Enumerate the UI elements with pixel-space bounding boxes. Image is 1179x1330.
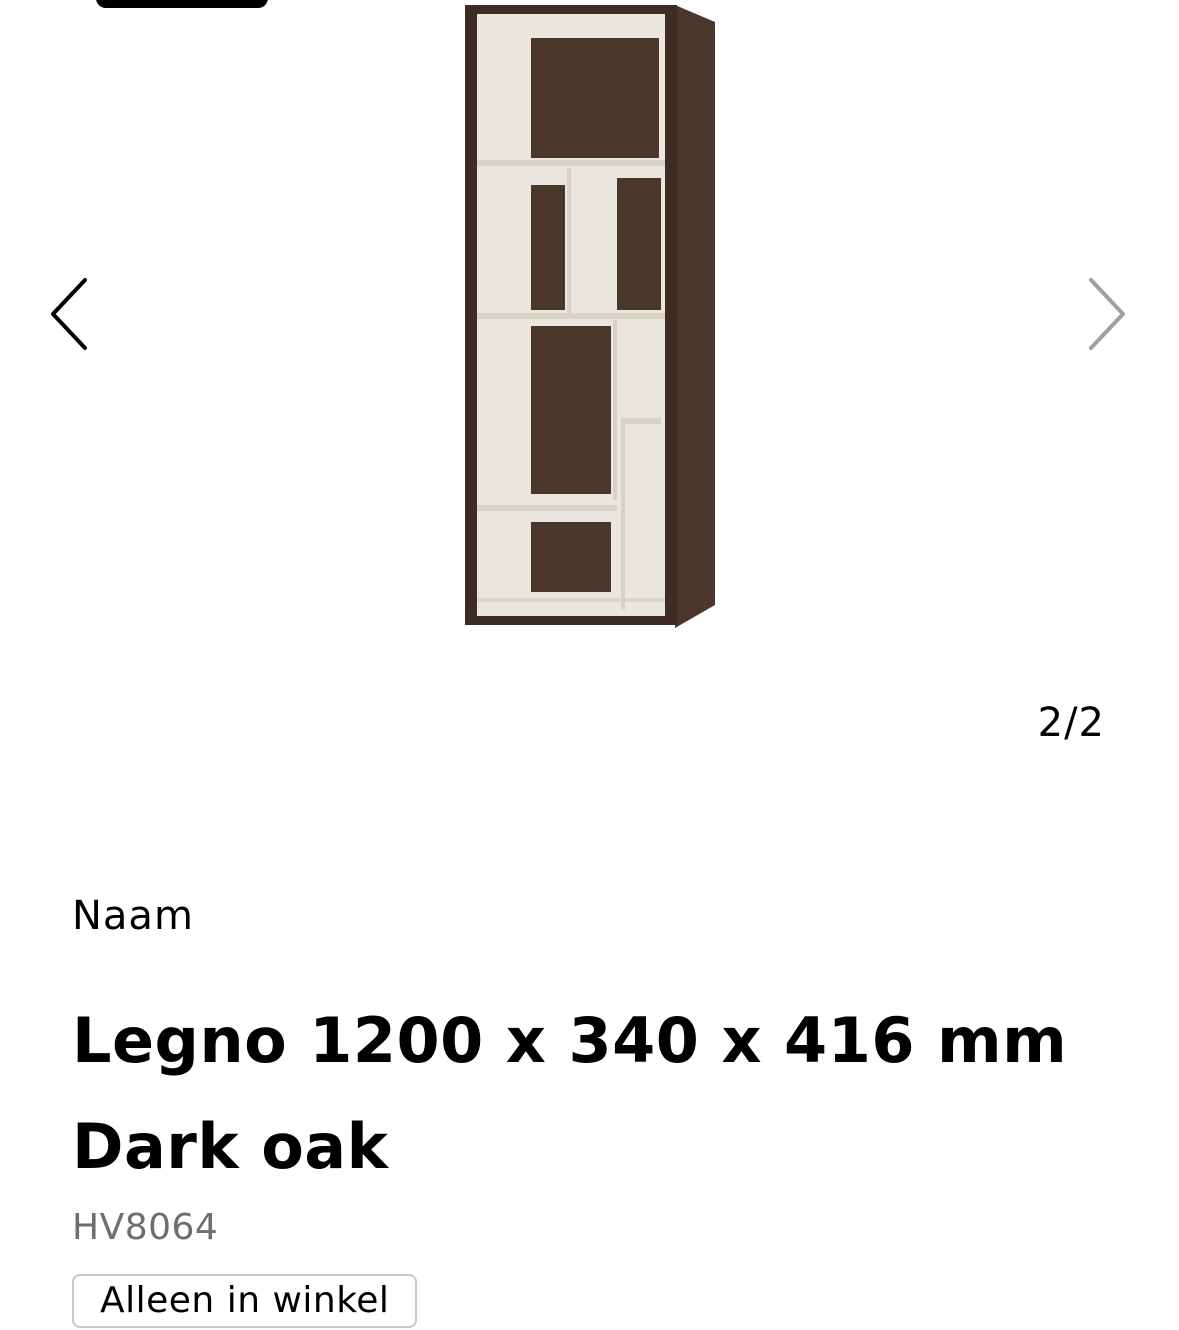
product-sku: HV8064 <box>72 1207 219 1248</box>
name-label: Naam <box>72 893 194 939</box>
product-title-line1: Legno 1200 x 340 x 416 mm <box>72 1004 1068 1077</box>
availability-badge: Alleen in winkel <box>72 1274 418 1328</box>
previous-image-button[interactable] <box>44 272 94 356</box>
product-image <box>455 0 725 635</box>
image-counter: 2/2 <box>1037 700 1105 746</box>
bookcase-illustration <box>465 5 715 628</box>
next-image-button[interactable] <box>1082 272 1132 356</box>
chevron-left-icon <box>51 278 87 350</box>
product-info: Naam Legno 1200 x 340 x 416 mm Dark oak … <box>72 890 1122 1328</box>
chevron-right-icon <box>1089 278 1125 350</box>
product-title-line2: Dark oak <box>72 1110 389 1183</box>
product-image-gallery[interactable]: 2/2 <box>0 0 1179 780</box>
product-title: Legno 1200 x 340 x 416 mm Dark oak <box>72 988 1122 1200</box>
